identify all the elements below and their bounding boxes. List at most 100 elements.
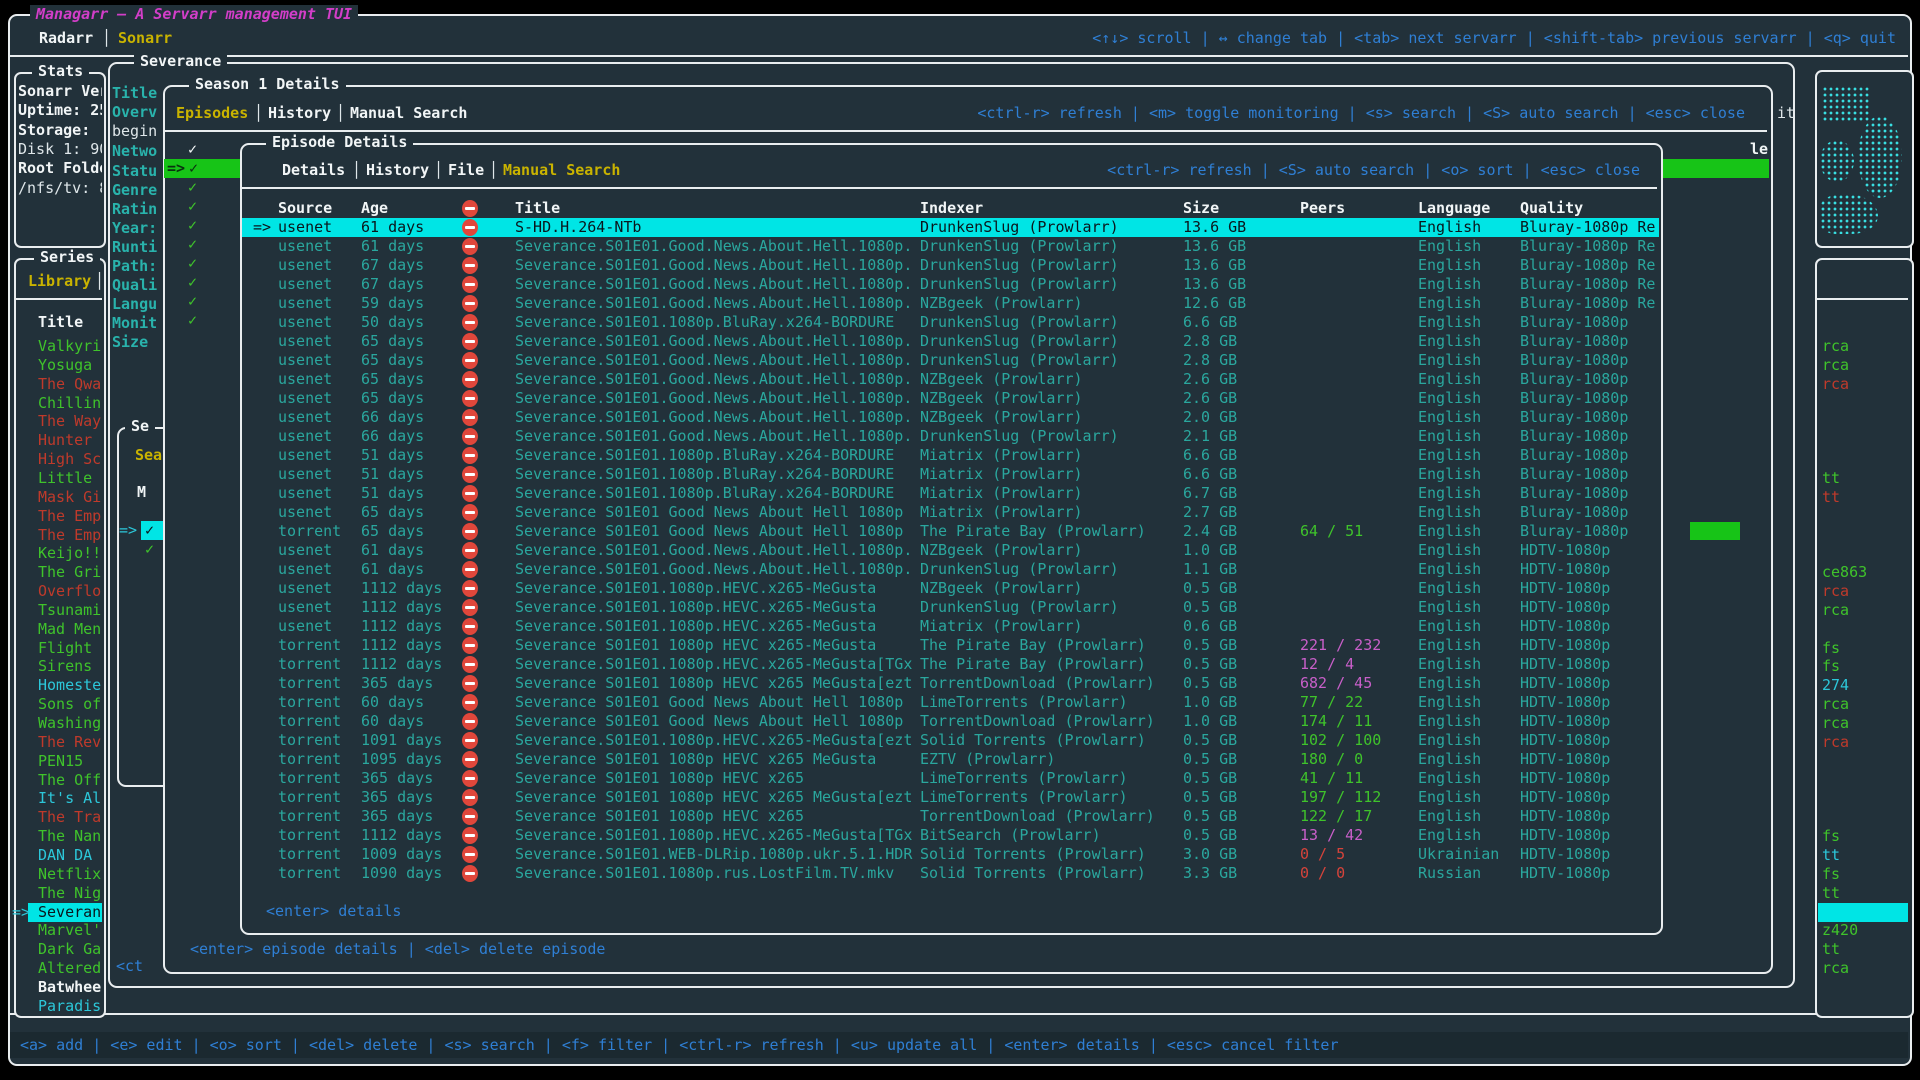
- table-row[interactable]: [242, 845, 1659, 864]
- table-row[interactable]: [242, 541, 1659, 560]
- list-item[interactable]: The Qwa: [38, 375, 102, 394]
- table-row[interactable]: [242, 332, 1659, 351]
- list-item[interactable]: Tsunami: [38, 601, 102, 620]
- list-item[interactable]: The Emp: [38, 526, 102, 545]
- list-item[interactable]: The Nan: [38, 827, 102, 846]
- table-row[interactable]: [242, 617, 1659, 636]
- list-item[interactable]: Yosuga: [38, 356, 102, 375]
- table-row[interactable]: [242, 237, 1659, 256]
- table-row[interactable]: [242, 256, 1659, 275]
- list-item[interactable]: Paradis: [38, 997, 102, 1016]
- list-item[interactable]: It's Al: [38, 789, 102, 808]
- list-item[interactable]: Washing: [38, 714, 102, 733]
- list-item[interactable]: PEN15: [38, 752, 102, 771]
- list-item[interactable]: The Nig: [38, 884, 102, 903]
- table-row[interactable]: [242, 218, 1659, 237]
- table-row[interactable]: [242, 636, 1659, 655]
- list-item[interactable]: The Off: [38, 771, 102, 790]
- column-header[interactable]: Age: [361, 199, 388, 218]
- table-row[interactable]: [242, 826, 1659, 845]
- table-row[interactable]: [242, 864, 1659, 883]
- table-row[interactable]: [242, 769, 1659, 788]
- list-item[interactable]: Valkyri: [38, 337, 102, 356]
- list-item[interactable]: Netflix: [38, 865, 102, 884]
- list-item[interactable]: Mask Gi: [38, 488, 102, 507]
- tab-details[interactable]: Details: [282, 161, 345, 180]
- table-row[interactable]: [242, 750, 1659, 769]
- list-item[interactable]: Homeste: [38, 676, 102, 695]
- table-row[interactable]: [242, 579, 1659, 598]
- list-item[interactable]: Batwhee: [38, 978, 102, 997]
- tab-history[interactable]: History: [268, 104, 331, 123]
- table-row[interactable]: [242, 370, 1659, 389]
- tab-history[interactable]: History: [366, 161, 429, 180]
- tab-library[interactable]: Library: [28, 272, 91, 291]
- table-row[interactable]: [242, 503, 1659, 522]
- list-item[interactable]: High Sc: [38, 450, 102, 469]
- list-item[interactable]: Keijo!!: [38, 544, 102, 563]
- column-header[interactable]: Source: [278, 199, 332, 218]
- season-footer-keybinds: <enter> episode details | <del> delete e…: [190, 940, 605, 959]
- monitored-icon: ✓: [189, 159, 198, 178]
- column-header[interactable]: Size: [1183, 199, 1219, 218]
- column-header[interactable]: Language: [1418, 199, 1490, 218]
- table-row[interactable]: [242, 465, 1659, 484]
- table-row[interactable]: [242, 408, 1659, 427]
- list-item[interactable]: Severan: [38, 903, 101, 922]
- table-row[interactable]: [242, 427, 1659, 446]
- list-item[interactable]: The Way: [38, 412, 102, 431]
- column-header[interactable]: Peers: [1300, 199, 1345, 218]
- table-row[interactable]: [242, 674, 1659, 693]
- table-row[interactable]: [242, 712, 1659, 731]
- table-row[interactable]: [242, 389, 1659, 408]
- list-item[interactable]: Sons of: [38, 695, 102, 714]
- monitored-icon: ✓: [188, 254, 197, 273]
- monitored-icon: ✓: [145, 521, 154, 540]
- tab-radarr[interactable]: Radarr: [39, 29, 93, 48]
- tab-episodes[interactable]: Episodes: [176, 104, 248, 123]
- clipped-text-fragment: tt: [1822, 940, 1840, 959]
- table-row[interactable]: [242, 693, 1659, 712]
- clipped-tab-fragment[interactable]: Sea: [135, 446, 162, 465]
- column-header[interactable]: Title: [515, 199, 560, 218]
- list-item[interactable]: Hunter: [38, 431, 102, 450]
- series-detail-label: Size: [112, 333, 160, 352]
- list-item[interactable]: The Gri: [38, 563, 102, 582]
- table-row[interactable]: [242, 655, 1659, 674]
- list-item[interactable]: Flight: [38, 639, 102, 658]
- list-item[interactable]: Dark Ga: [38, 940, 102, 959]
- table-row[interactable]: [242, 484, 1659, 503]
- table-row[interactable]: [242, 522, 1659, 541]
- list-item[interactable]: Mad Men: [38, 620, 102, 639]
- clipped-text-fragment: z420: [1822, 921, 1858, 940]
- list-item[interactable]: The Emp: [38, 507, 102, 526]
- table-row[interactable]: [242, 731, 1659, 750]
- table-row[interactable]: [242, 275, 1659, 294]
- table-row[interactable]: [242, 294, 1659, 313]
- list-item[interactable]: The Tra: [38, 808, 102, 827]
- tab-manual-search[interactable]: Manual Search: [503, 161, 620, 180]
- list-item[interactable]: DAN DA: [38, 846, 102, 865]
- table-row[interactable]: [242, 351, 1659, 370]
- list-item[interactable]: Marvel': [38, 921, 102, 940]
- list-item[interactable]: Chillin: [38, 394, 102, 413]
- table-row[interactable]: [242, 446, 1659, 465]
- list-item[interactable]: Overflo: [38, 582, 102, 601]
- monitored-icon: ✓: [188, 311, 197, 330]
- list-item[interactable]: Little: [38, 469, 102, 488]
- tab-manual-search[interactable]: Manual Search: [350, 104, 467, 123]
- table-row[interactable]: [242, 313, 1659, 332]
- list-item[interactable]: Sirens: [38, 657, 102, 676]
- stats-line: Disk 1: 90: [18, 140, 102, 159]
- table-row[interactable]: [242, 788, 1659, 807]
- table-row[interactable]: [242, 598, 1659, 617]
- tab-sonarr[interactable]: Sonarr: [118, 29, 172, 48]
- list-item[interactable]: Altered: [38, 959, 102, 978]
- tab-file[interactable]: File: [448, 161, 484, 180]
- column-header[interactable]: Quality: [1520, 199, 1583, 218]
- table-row[interactable]: [242, 560, 1659, 579]
- season-tab-underline: [165, 130, 1767, 132]
- table-row[interactable]: [242, 807, 1659, 826]
- column-header[interactable]: Indexer: [920, 199, 983, 218]
- list-item[interactable]: The Rev: [38, 733, 102, 752]
